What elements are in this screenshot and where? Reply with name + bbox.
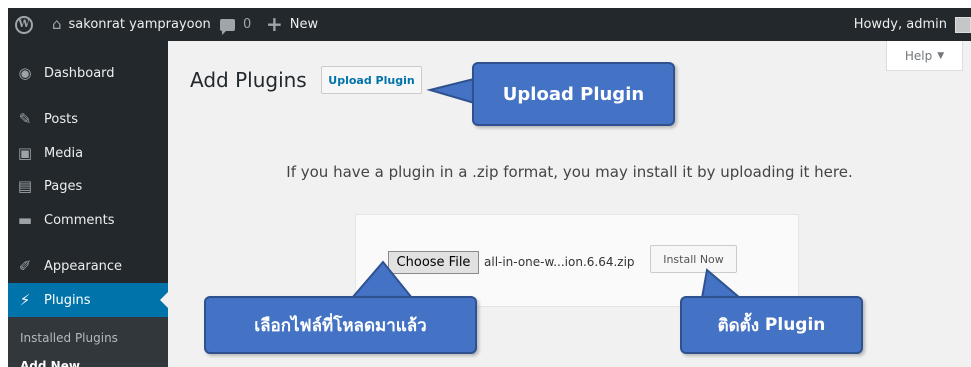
- install-now-button[interactable]: Install Now: [650, 245, 737, 273]
- screenshot-frame: W ⌂ sakonrat yamprayoon 0 + New Howdy, a…: [0, 0, 971, 367]
- sidebar-item-pages[interactable]: ▤ Pages: [8, 169, 168, 203]
- sidebar-item-media[interactable]: ▣ Media: [8, 136, 168, 170]
- admin-sidebar: ◉ Dashboard ✎ Posts ▣ Media ▤ Pages ▬ Co…: [8, 41, 168, 367]
- submenu-installed-plugins[interactable]: Installed Plugins: [20, 331, 118, 345]
- howdy-label: Howdy, admin: [853, 17, 947, 32]
- admin-bar: W ⌂ sakonrat yamprayoon 0 + New Howdy, a…: [8, 8, 971, 41]
- upload-plugin-callout: Upload Plugin: [472, 62, 675, 126]
- site-name-label: sakonrat yamprayoon: [68, 17, 211, 32]
- my-account-link[interactable]: Howdy, admin: [854, 8, 971, 41]
- file-selected-callout: เลือกไฟล์ที่โหลดมาแล้ว: [204, 296, 477, 354]
- comment-bubble-icon: [220, 18, 235, 35]
- upload-instructions: If you have a plugin in a .zip format, y…: [286, 163, 853, 181]
- home-icon: ⌂: [52, 15, 62, 33]
- upload-plugin-button[interactable]: Upload Plugin: [321, 66, 422, 94]
- sidebar-item-label: Pages: [44, 178, 83, 194]
- caret-down-icon: ▼: [937, 50, 945, 61]
- plug-icon: ⚡: [19, 291, 31, 309]
- install-callout-thai-label: ติดตั้ง: [717, 315, 759, 336]
- new-label: New: [289, 17, 319, 32]
- sidebar-item-label: Posts: [44, 111, 78, 127]
- sidebar-item-label: Media: [44, 145, 84, 161]
- sidebar-item-label: Appearance: [44, 258, 123, 274]
- install-plugin-callout: ติดตั้ง Plugin: [680, 296, 863, 354]
- wordpress-logo-icon[interactable]: W: [12, 8, 36, 41]
- selected-file-name: all-in-one-w...ion.6.64.zip: [484, 255, 635, 269]
- help-label: Help: [904, 48, 933, 63]
- media-icon: ▣: [17, 144, 33, 162]
- brush-icon: ✐: [18, 257, 32, 275]
- sidebar-item-posts[interactable]: ✎ Posts: [8, 102, 168, 136]
- comments-link[interactable]: 0: [220, 8, 251, 41]
- sidebar-item-comments[interactable]: ▬ Comments: [8, 203, 168, 237]
- comment-count: 0: [243, 17, 252, 32]
- sidebar-item-appearance[interactable]: ✐ Appearance: [8, 249, 168, 283]
- new-content-link[interactable]: + New: [266, 8, 318, 41]
- sidebar-item-label: Comments: [44, 212, 115, 228]
- plus-icon: +: [266, 12, 283, 36]
- upload-form: Choose File all-in-one-w...ion.6.64.zip …: [355, 214, 799, 307]
- sidebar-item-label: Plugins: [44, 292, 91, 308]
- dashboard-icon: ◉: [18, 64, 32, 82]
- page-title: Add Plugins: [190, 68, 307, 92]
- avatar: [955, 16, 971, 33]
- pages-icon: ▤: [17, 177, 33, 195]
- submenu-add-new[interactable]: Add New: [20, 359, 80, 367]
- sidebar-item-label: Dashboard: [44, 65, 115, 81]
- comment-icon: ▬: [17, 211, 33, 229]
- pushpin-icon: ✎: [18, 110, 32, 128]
- sidebar-item-dashboard[interactable]: ◉ Dashboard: [8, 56, 168, 90]
- sidebar-item-plugins[interactable]: ⚡ Plugins: [8, 283, 168, 317]
- help-tab-button[interactable]: Help ▼: [886, 41, 963, 71]
- install-callout-plugin-label: Plugin: [764, 315, 826, 335]
- site-name-link[interactable]: ⌂ sakonrat yamprayoon: [52, 8, 211, 41]
- choose-file-button[interactable]: Choose File: [388, 251, 479, 274]
- plugins-submenu: Installed Plugins Add New: [8, 317, 168, 367]
